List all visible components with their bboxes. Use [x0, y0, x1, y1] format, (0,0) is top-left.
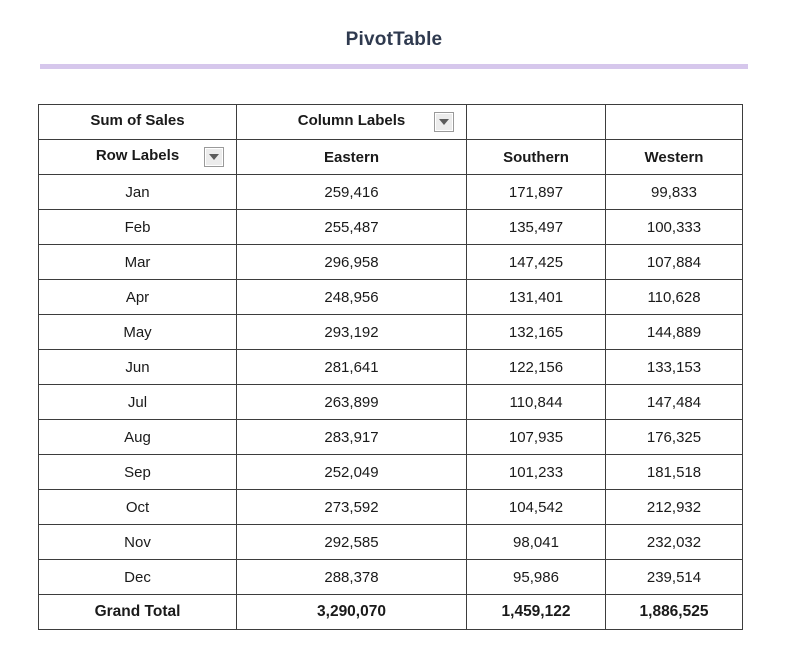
row-label-may: May — [38, 314, 237, 350]
table-row: Mar 296,958 147,425 107,884 — [38, 244, 743, 280]
row-label-aug: Aug — [38, 419, 237, 455]
table-row: Jul 263,899 110,844 147,484 — [38, 384, 743, 420]
column-header-eastern[interactable]: Eastern — [236, 139, 467, 175]
row-label-jun: Jun — [38, 349, 237, 385]
cell-may-western: 144,889 — [605, 314, 743, 350]
grand-total-southern: 1,459,122 — [466, 594, 606, 630]
table-row: Jun 281,641 122,156 133,153 — [38, 349, 743, 385]
cell-nov-southern: 98,041 — [466, 524, 606, 560]
cell-feb-southern: 135,497 — [466, 209, 606, 245]
page-title-block: PivotTable — [0, 28, 788, 52]
blank-header-cell-southern — [466, 104, 606, 140]
cell-may-eastern: 293,192 — [236, 314, 467, 350]
pivot-table-body: Sum of Sales Column Labels Row Labels Ea… — [38, 104, 743, 630]
cell-feb-western: 100,333 — [605, 209, 743, 245]
column-labels-filter-button[interactable] — [434, 112, 454, 132]
row-label-apr: Apr — [38, 279, 237, 315]
cell-mar-western: 107,884 — [605, 244, 743, 280]
cell-apr-western: 110,628 — [605, 279, 743, 315]
cell-jan-western: 99,833 — [605, 174, 743, 210]
column-header-southern[interactable]: Southern — [466, 139, 606, 175]
table-row: Feb 255,487 135,497 100,333 — [38, 209, 743, 245]
pivot-table: Sum of Sales Column Labels Row Labels Ea… — [38, 104, 743, 630]
pivot-header-row-2: Row Labels Eastern Southern Western — [38, 139, 743, 175]
row-label-feb: Feb — [38, 209, 237, 245]
cell-apr-southern: 131,401 — [466, 279, 606, 315]
title-divider — [40, 64, 748, 69]
cell-dec-western: 239,514 — [605, 559, 743, 595]
sum-of-sales-label: Sum of Sales — [90, 112, 185, 129]
row-labels-inner: Row Labels — [47, 140, 228, 174]
column-labels-inner: Column Labels — [245, 105, 458, 139]
pivot-header-row-1: Sum of Sales Column Labels — [38, 104, 743, 140]
pivot-table-page: PivotTable Sum of Sales Column Labels Ro… — [0, 0, 788, 667]
grand-total-eastern: 3,290,070 — [236, 594, 467, 630]
row-labels-filter-button[interactable] — [204, 147, 224, 167]
column-header-western[interactable]: Western — [605, 139, 743, 175]
cell-aug-western: 176,325 — [605, 419, 743, 455]
table-row: Apr 248,956 131,401 110,628 — [38, 279, 743, 315]
grand-total-label: Grand Total — [38, 594, 237, 630]
row-labels-header: Row Labels — [38, 139, 237, 175]
cell-jun-southern: 122,156 — [466, 349, 606, 385]
page-title: PivotTable — [345, 29, 443, 50]
cell-sep-western: 181,518 — [605, 454, 743, 490]
cell-feb-eastern: 255,487 — [236, 209, 467, 245]
table-row: Sep 252,049 101,233 181,518 — [38, 454, 743, 490]
cell-jan-eastern: 259,416 — [236, 174, 467, 210]
cell-sep-eastern: 252,049 — [236, 454, 467, 490]
row-label-nov: Nov — [38, 524, 237, 560]
cell-oct-western: 212,932 — [605, 489, 743, 525]
cell-jun-eastern: 281,641 — [236, 349, 467, 385]
row-label-oct: Oct — [38, 489, 237, 525]
grand-total-western: 1,886,525 — [605, 594, 743, 630]
row-labels-label: Row Labels — [95, 147, 180, 164]
cell-jun-western: 133,153 — [605, 349, 743, 385]
cell-dec-eastern: 288,378 — [236, 559, 467, 595]
pivot-table-container: Sum of Sales Column Labels Row Labels Ea… — [38, 104, 743, 630]
cell-jul-eastern: 263,899 — [236, 384, 467, 420]
cell-oct-eastern: 273,592 — [236, 489, 467, 525]
cell-mar-southern: 147,425 — [466, 244, 606, 280]
cell-aug-southern: 107,935 — [466, 419, 606, 455]
cell-jul-western: 147,484 — [605, 384, 743, 420]
row-label-jul: Jul — [38, 384, 237, 420]
grand-total-row: Grand Total 3,290,070 1,459,122 1,886,52… — [38, 594, 743, 630]
row-label-sep: Sep — [38, 454, 237, 490]
cell-dec-southern: 95,986 — [466, 559, 606, 595]
row-label-mar: Mar — [38, 244, 237, 280]
chevron-down-icon — [209, 153, 219, 161]
cell-nov-western: 232,032 — [605, 524, 743, 560]
row-label-jan: Jan — [38, 174, 237, 210]
column-labels-header: Column Labels — [236, 104, 467, 140]
table-row: Dec 288,378 95,986 239,514 — [38, 559, 743, 595]
cell-sep-southern: 101,233 — [466, 454, 606, 490]
table-row: Oct 273,592 104,542 212,932 — [38, 489, 743, 525]
sum-of-sales-header: Sum of Sales — [38, 104, 237, 140]
chevron-down-icon — [439, 118, 449, 126]
cell-may-southern: 132,165 — [466, 314, 606, 350]
cell-jan-southern: 171,897 — [466, 174, 606, 210]
row-label-dec: Dec — [38, 559, 237, 595]
table-row: Nov 292,585 98,041 232,032 — [38, 524, 743, 560]
table-row: Aug 283,917 107,935 176,325 — [38, 419, 743, 455]
cell-aug-eastern: 283,917 — [236, 419, 467, 455]
blank-header-cell-western — [605, 104, 743, 140]
cell-apr-eastern: 248,956 — [236, 279, 467, 315]
column-labels-label: Column Labels — [297, 112, 406, 129]
cell-nov-eastern: 292,585 — [236, 524, 467, 560]
cell-oct-southern: 104,542 — [466, 489, 606, 525]
cell-mar-eastern: 296,958 — [236, 244, 467, 280]
cell-jul-southern: 110,844 — [466, 384, 606, 420]
table-row: Jan 259,416 171,897 99,833 — [38, 174, 743, 210]
table-row: May 293,192 132,165 144,889 — [38, 314, 743, 350]
